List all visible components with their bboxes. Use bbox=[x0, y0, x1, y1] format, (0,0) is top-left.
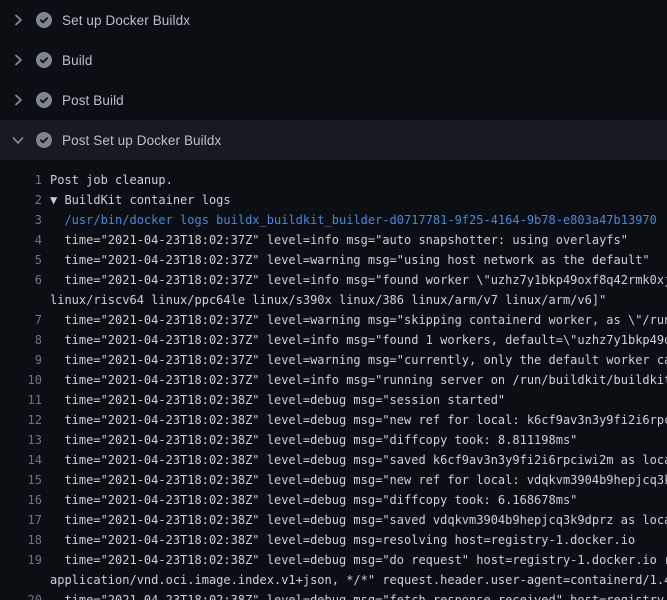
log-line-text: time="2021-04-23T18:02:37Z" level=info m… bbox=[50, 273, 667, 287]
log-line-text: time="2021-04-23T18:02:37Z" level=warnin… bbox=[50, 313, 667, 327]
log-line: 7 time="2021-04-23T18:02:37Z" level=warn… bbox=[0, 310, 667, 330]
log-line: 8 time="2021-04-23T18:02:37Z" level=info… bbox=[0, 330, 667, 350]
log-line-text: Post job cleanup. bbox=[50, 173, 173, 187]
log-line: 15 time="2021-04-23T18:02:38Z" level=deb… bbox=[0, 470, 667, 490]
chevron-right-icon bbox=[10, 12, 26, 28]
log-line-number[interactable]: 5 bbox=[0, 253, 42, 267]
log-line: 13 time="2021-04-23T18:02:38Z" level=deb… bbox=[0, 430, 667, 450]
log-line-number[interactable]: 20 bbox=[0, 593, 42, 600]
log-line-text: time="2021-04-23T18:02:38Z" level=debug … bbox=[50, 453, 667, 467]
log-line-number[interactable]: 8 bbox=[0, 333, 42, 347]
step-row-post-build[interactable]: Post Build bbox=[0, 80, 667, 120]
log-area: 1 Post job cleanup. 2 ▼ BuildKit contain… bbox=[0, 170, 667, 600]
log-line: 10 time="2021-04-23T18:02:37Z" level=inf… bbox=[0, 370, 667, 390]
log-group-toggle: 2 ▼ BuildKit container logs bbox=[0, 190, 667, 210]
log-line-text: time="2021-04-23T18:02:37Z" level=warnin… bbox=[50, 253, 650, 267]
log-line-number[interactable]: 14 bbox=[0, 453, 42, 467]
log-line-text: time="2021-04-23T18:02:38Z" level=debug … bbox=[50, 533, 635, 547]
log-line: 9 time="2021-04-23T18:02:37Z" level=warn… bbox=[0, 350, 667, 370]
log-command-line: 3 /usr/bin/docker logs buildx_buildkit_b… bbox=[0, 210, 667, 230]
step-label: Post Build bbox=[62, 93, 124, 108]
log-line: 16 time="2021-04-23T18:02:38Z" level=deb… bbox=[0, 490, 667, 510]
log-line-text: /usr/bin/docker logs buildx_buildkit_bui… bbox=[50, 213, 657, 227]
step-label: Build bbox=[62, 53, 93, 68]
log-line-text[interactable]: ▼ BuildKit container logs bbox=[50, 193, 231, 207]
log-line: 19 time="2021-04-23T18:02:38Z" level=deb… bbox=[0, 550, 667, 570]
log-line-number[interactable]: 12 bbox=[0, 413, 42, 427]
log-line-number[interactable]: 16 bbox=[0, 493, 42, 507]
log-line-text: time="2021-04-23T18:02:38Z" level=debug … bbox=[50, 393, 505, 407]
log-line-text: time="2021-04-23T18:02:38Z" level=debug … bbox=[50, 433, 577, 447]
log-line-text: time="2021-04-23T18:02:37Z" level=warnin… bbox=[50, 353, 667, 367]
step-row-post-set-up-docker-buildx[interactable]: Post Set up Docker Buildx bbox=[0, 120, 667, 160]
step-row-build[interactable]: Build bbox=[0, 40, 667, 80]
log-line: 6 time="2021-04-23T18:02:37Z" level=info… bbox=[0, 270, 667, 290]
log-line-text: time="2021-04-23T18:02:38Z" level=debug … bbox=[50, 553, 667, 567]
check-circle-icon bbox=[36, 52, 52, 68]
log-line: linux/riscv64 linux/ppc64le linux/s390x … bbox=[0, 290, 667, 310]
log-line-number[interactable]: 11 bbox=[0, 393, 42, 407]
check-circle-icon bbox=[36, 92, 52, 108]
log-line-text: time="2021-04-23T18:02:38Z" level=debug … bbox=[50, 473, 667, 487]
chevron-down-icon bbox=[10, 132, 26, 148]
log-line-text: time="2021-04-23T18:02:37Z" level=info m… bbox=[50, 233, 628, 247]
log-line-number[interactable]: 17 bbox=[0, 513, 42, 527]
log-line-text: time="2021-04-23T18:02:38Z" level=debug … bbox=[50, 513, 667, 527]
log-line-number[interactable]: 15 bbox=[0, 473, 42, 487]
log-line: application/vnd.oci.image.index.v1+json,… bbox=[0, 570, 667, 590]
step-label: Set up Docker Buildx bbox=[62, 13, 190, 28]
actions-log-viewer: Set up Docker Buildx Build bbox=[0, 0, 667, 600]
log-line: 12 time="2021-04-23T18:02:38Z" level=deb… bbox=[0, 410, 667, 430]
step-row-set-up-docker-buildx[interactable]: Set up Docker Buildx bbox=[0, 0, 667, 40]
log-line-number[interactable]: 19 bbox=[0, 553, 42, 567]
log-line-number[interactable]: 18 bbox=[0, 533, 42, 547]
log-line: 11 time="2021-04-23T18:02:38Z" level=deb… bbox=[0, 390, 667, 410]
log-line-number[interactable]: 2 bbox=[0, 193, 42, 207]
log-line: 20 time="2021-04-23T18:02:38Z" level=deb… bbox=[0, 590, 667, 600]
log-line-text: linux/riscv64 linux/ppc64le linux/s390x … bbox=[50, 293, 606, 307]
log-line-number[interactable]: 4 bbox=[0, 233, 42, 247]
log-line-text: time="2021-04-23T18:02:37Z" level=info m… bbox=[50, 373, 667, 387]
log-line-number[interactable]: 10 bbox=[0, 373, 42, 387]
chevron-right-icon bbox=[10, 92, 26, 108]
log-line-number[interactable]: 3 bbox=[0, 213, 42, 227]
chevron-right-icon bbox=[10, 52, 26, 68]
log-line-text: time="2021-04-23T18:02:37Z" level=info m… bbox=[50, 333, 667, 347]
log-line-text: time="2021-04-23T18:02:38Z" level=debug … bbox=[50, 413, 667, 427]
steps-list: Set up Docker Buildx Build bbox=[0, 0, 667, 160]
log-line-number[interactable]: 7 bbox=[0, 313, 42, 327]
log-line-text: application/vnd.oci.image.index.v1+json,… bbox=[50, 573, 667, 587]
log-line: 17 time="2021-04-23T18:02:38Z" level=deb… bbox=[0, 510, 667, 530]
log-line: 5 time="2021-04-23T18:02:37Z" level=warn… bbox=[0, 250, 667, 270]
log-line-number[interactable]: 9 bbox=[0, 353, 42, 367]
log-line-text: time="2021-04-23T18:02:38Z" level=debug … bbox=[50, 593, 667, 600]
log-line: 1 Post job cleanup. bbox=[0, 170, 667, 190]
step-label: Post Set up Docker Buildx bbox=[62, 133, 221, 148]
log-line: 18 time="2021-04-23T18:02:38Z" level=deb… bbox=[0, 530, 667, 550]
log-line-number[interactable]: 1 bbox=[0, 173, 42, 187]
log-line-number[interactable]: 13 bbox=[0, 433, 42, 447]
check-circle-icon bbox=[36, 12, 52, 28]
log-line-number[interactable]: 6 bbox=[0, 273, 42, 287]
check-circle-icon bbox=[36, 132, 52, 148]
log-line: 4 time="2021-04-23T18:02:37Z" level=info… bbox=[0, 230, 667, 250]
log-line-text: time="2021-04-23T18:02:38Z" level=debug … bbox=[50, 493, 577, 507]
log-line: 14 time="2021-04-23T18:02:38Z" level=deb… bbox=[0, 450, 667, 470]
